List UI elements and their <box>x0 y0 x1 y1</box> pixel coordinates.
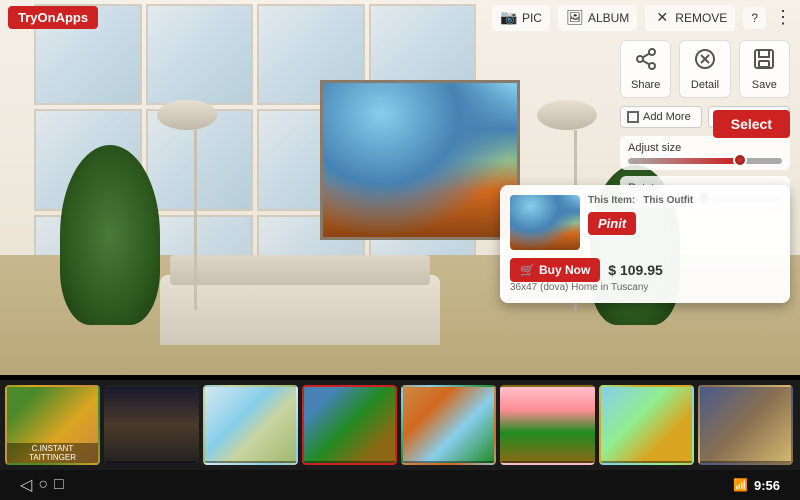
pinit-button[interactable]: Pinit <box>588 212 636 235</box>
sofa-back <box>170 255 430 285</box>
lamp-pole <box>194 130 197 310</box>
home-button[interactable]: ○ <box>38 476 48 494</box>
thumbnail-4[interactable] <box>302 385 397 465</box>
detail-label: Detail <box>691 79 719 91</box>
action-row: Share Detail <box>620 40 790 98</box>
thumb-label-7 <box>601 461 692 463</box>
thumbnail-6[interactable] <box>500 385 595 465</box>
plant-body <box>60 145 160 325</box>
size-slider-track[interactable] <box>628 158 782 164</box>
select-button[interactable]: Select <box>713 110 790 138</box>
popup-thumb-image <box>510 195 580 250</box>
help-button[interactable]: ? <box>743 7 766 29</box>
popup-thumbnail <box>510 195 580 250</box>
add-more-checkbox <box>627 111 639 123</box>
wifi-icon: 📶 <box>733 478 748 492</box>
thumb-label-6 <box>502 461 593 463</box>
product-popup: This Item: This Outfit Pinit 🛒 Buy Now $… <box>500 185 790 303</box>
lamp-left <box>185 105 205 325</box>
popup-top-row: This Item: This Outfit Pinit <box>510 195 780 250</box>
product-description: 36x47 (dova) Home in Tuscany <box>510 282 780 293</box>
thumb-label-1: C.INSTANT TAITTINGER <box>7 443 98 463</box>
adjust-size-label: Adjust size <box>628 142 782 154</box>
adjust-size-section: Adjust size <box>620 136 790 170</box>
detail-button[interactable]: Detail <box>679 40 730 98</box>
thumbnail-3[interactable] <box>203 385 298 465</box>
more-options-button[interactable]: ⋮ <box>774 7 792 28</box>
help-label: ? <box>751 11 758 25</box>
app-logo: TryOnApps <box>8 6 98 29</box>
buy-now-label: Buy Now <box>539 263 590 277</box>
popup-actions: This Item: This Outfit Pinit <box>588 195 780 250</box>
thumbnail-5[interactable] <box>401 385 496 465</box>
thumbnail-1[interactable]: C.INSTANT TAITTINGER <box>5 385 100 465</box>
add-more-label: Add More <box>643 111 691 123</box>
pic-label: PIC <box>522 11 542 25</box>
this-outfit-label: This Outfit <box>643 195 693 206</box>
album-button[interactable]: 🖼 ALBUM <box>558 5 637 31</box>
clock: 9:56 <box>754 478 780 493</box>
thumb-label-8 <box>700 461 791 463</box>
nav-status: 📶 9:56 <box>733 478 780 493</box>
this-item-label: This Item: <box>588 195 635 206</box>
nav-left-icons: ◁ ○ □ <box>20 475 64 495</box>
remove-button[interactable]: ✕ REMOVE <box>645 5 735 31</box>
popup-labels: This Item: This Outfit <box>588 195 780 206</box>
detail-icon <box>693 47 717 77</box>
share-button[interactable]: Share <box>620 40 671 98</box>
thumb-label-4 <box>304 461 395 463</box>
nav-bar: ◁ ○ □ 📶 9:56 <box>0 470 800 500</box>
share-label: Share <box>631 79 660 91</box>
buy-row: 🛒 Buy Now $ 109.95 <box>510 258 780 282</box>
buy-now-button[interactable]: 🛒 Buy Now <box>510 258 600 282</box>
lamp-head <box>157 100 217 130</box>
recent-button[interactable]: □ <box>54 476 64 494</box>
plant-left <box>60 145 160 325</box>
album-icon: 🖼 <box>566 9 584 27</box>
back-button[interactable]: ◁ <box>20 475 32 495</box>
camera-icon: 📷 <box>500 9 518 27</box>
remove-label: REMOVE <box>675 11 727 25</box>
thumbnail-7[interactable] <box>599 385 694 465</box>
scene-artwork[interactable] <box>320 80 520 240</box>
share-icon <box>634 47 658 77</box>
add-more-button[interactable]: Add More <box>620 106 702 128</box>
album-label: ALBUM <box>588 11 629 25</box>
price-display: $ 109.95 <box>608 262 663 278</box>
remove-icon: ✕ <box>653 9 671 27</box>
size-slider-thumb[interactable] <box>733 153 747 167</box>
thumbnail-strip: C.INSTANT TAITTINGER <box>0 380 800 470</box>
cart-icon: 🛒 <box>520 263 535 277</box>
main-scene: TryOnApps 📷 PIC 🖼 ALBUM ✕ REMOVE ? ⋮ <box>0 0 800 375</box>
thumbnail-2[interactable] <box>104 385 199 465</box>
save-icon <box>752 47 776 77</box>
thumbnail-8[interactable] <box>698 385 793 465</box>
top-bar: TryOnApps 📷 PIC 🖼 ALBUM ✕ REMOVE ? ⋮ <box>0 0 800 35</box>
save-label: Save <box>752 79 777 91</box>
thumb-label-2 <box>106 461 197 463</box>
thumb-label-5 <box>403 461 494 463</box>
save-button[interactable]: Save <box>739 40 790 98</box>
lamp-head <box>537 100 597 130</box>
thumb-label-3 <box>205 461 296 463</box>
pic-button[interactable]: 📷 PIC <box>492 5 550 31</box>
artwork-display <box>323 83 517 237</box>
